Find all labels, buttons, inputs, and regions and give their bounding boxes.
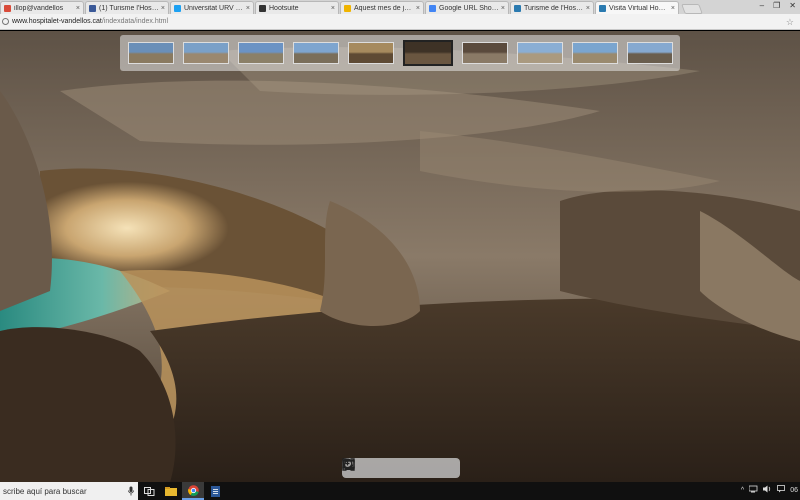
tab-favicon-icon [344,4,351,12]
url-path: /indexdata/index.html [101,18,169,25]
panorama-thumbnail[interactable] [572,42,618,64]
hide-thumbnails-icon[interactable] [342,460,454,475]
panorama-thumbnail[interactable] [517,42,563,64]
tab-title: (1) Turisme l'Hospitalet de [99,4,159,12]
tab-favicon-icon [4,4,11,12]
tab-title: illop@vandellos [14,4,64,12]
new-tab-button[interactable] [681,4,703,14]
file-explorer-icon[interactable] [160,482,182,500]
tab-title: Google URL Shortener [439,4,499,12]
panorama-thumbnail[interactable] [128,42,174,64]
volume-icon[interactable] [763,485,772,495]
panorama-thumbnail[interactable] [403,40,453,66]
panorama-thumbnail[interactable] [627,42,673,64]
zoom-out-icon[interactable] [342,458,380,475]
close-window-icon[interactable]: ✕ [789,1,796,10]
browser-tab[interactable]: Aquest mes de juny se ce× [340,1,424,14]
tab-favicon-icon [599,4,606,12]
search-placeholder: scribe aquí para buscar [3,486,87,496]
network-icon[interactable] [748,485,758,495]
tab-title: Aquest mes de juny se ce [354,4,414,12]
panorama-thumbnail-strip [120,35,680,71]
tray-chevron-icon[interactable]: ^ [741,487,744,494]
tab-close-icon[interactable]: × [416,5,420,12]
system-tray: ^ 06 [741,485,798,495]
microphone-icon[interactable] [128,486,134,498]
tab-favicon-icon [89,4,96,12]
auto-rotate-icon[interactable] [343,458,417,475]
browser-tab[interactable]: Google URL Shortener× [425,1,509,14]
tab-close-icon[interactable]: × [331,5,335,12]
windows-taskbar: scribe aquí para buscar ^ 06 [0,482,800,500]
tab-title: Hootsuite [269,4,299,12]
tab-close-icon[interactable]: × [586,5,590,12]
tab-title: Turisme de l'Hospitalet de [524,4,584,12]
chrome-icon[interactable] [182,482,204,500]
tab-favicon-icon [429,4,436,12]
tab-favicon-icon [259,4,266,12]
tab-close-icon[interactable]: × [501,5,505,12]
display-mode-icon[interactable] [342,459,399,475]
tab-close-icon[interactable]: × [161,5,165,12]
panorama-thumbnail[interactable] [238,42,284,64]
tab-close-icon[interactable]: × [76,5,80,12]
restore-icon[interactable]: ❐ [773,1,780,10]
browser-tab-strip: illop@vandellos×(1) Turisme l'Hospitalet… [0,0,800,14]
minimize-icon[interactable]: – [760,1,764,10]
clock-time[interactable]: 06 [790,487,798,494]
panorama-thumbnail[interactable] [293,42,339,64]
bookmark-star-icon[interactable]: ☆ [786,17,794,28]
cave-panorama-image[interactable] [0,31,800,482]
browser-tab[interactable]: Visita Virtual Hospitalet de× [595,1,679,14]
chat-bubble-icon[interactable] [777,485,786,495]
url-host: www.hospitalet-vandellos.cat [12,18,102,25]
tab-favicon-icon [514,4,521,12]
tab-title: Universitat URV (@univers [184,4,244,12]
page-info-icon[interactable] [2,18,9,25]
window-controls: – ❐ ✕ [760,1,796,10]
viewer-controls [342,458,460,478]
panorama-viewport[interactable] [0,31,800,482]
tab-favicon-icon [174,4,181,12]
browser-tab[interactable]: illop@vandellos × [0,1,84,14]
panorama-thumbnail[interactable] [462,42,508,64]
url-text[interactable]: www.hospitalet-vandellos.cat/indexdata/i… [12,18,168,25]
fullscreen-icon[interactable] [342,458,435,475]
browser-tab[interactable]: Turisme de l'Hospitalet de× [510,1,594,14]
panorama-thumbnail[interactable] [348,42,394,64]
tab-close-icon[interactable]: × [246,5,250,12]
browser-tab[interactable]: Hootsuite × [255,1,339,14]
taskbar-search-box[interactable]: scribe aquí para buscar [0,482,138,500]
panorama-thumbnail[interactable] [183,42,229,64]
tab-title: Visita Virtual Hospitalet de [609,4,669,12]
browser-tab[interactable]: (1) Turisme l'Hospitalet de× [85,1,169,14]
word-document-icon[interactable] [204,482,226,500]
address-bar[interactable]: www.hospitalet-vandellos.cat/indexdata/i… [0,14,800,30]
browser-tab[interactable]: Universitat URV (@univers× [170,1,254,14]
task-view-icon[interactable] [138,482,160,500]
tab-close-icon[interactable]: × [671,5,675,12]
